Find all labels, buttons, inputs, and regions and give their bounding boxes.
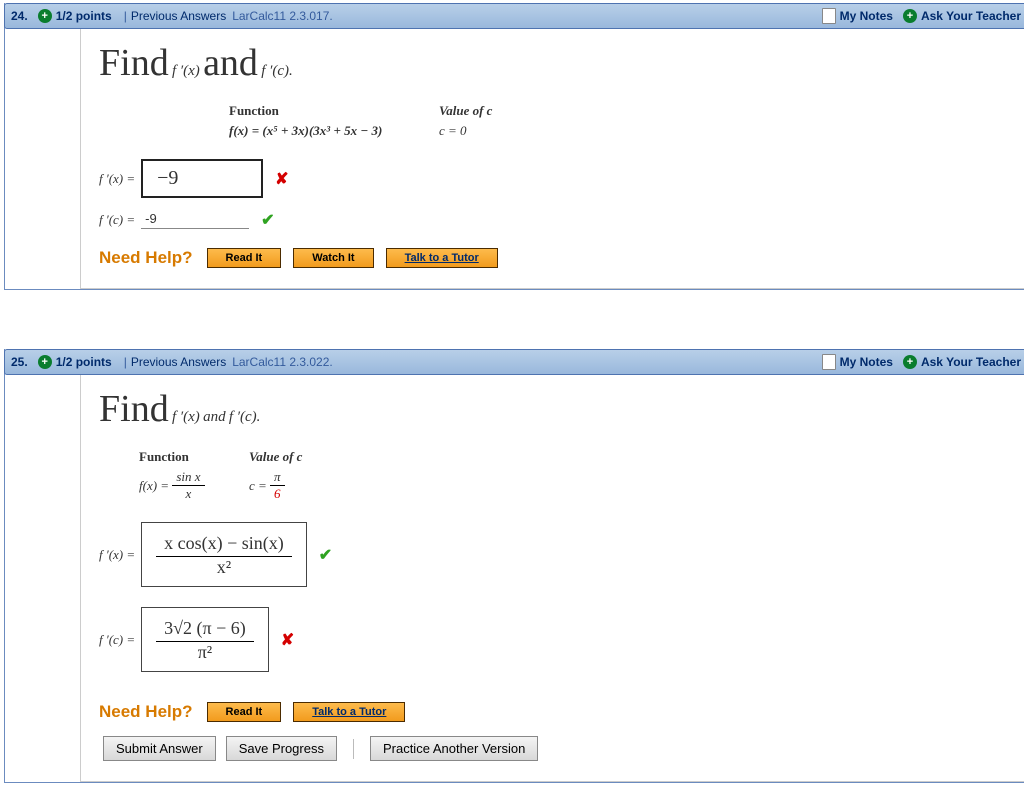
bottom-button-row: Submit Answer Save Progress Practice Ano… <box>99 736 1008 761</box>
fprimec-label: f ′(c) = <box>99 212 135 228</box>
previous-answers-link[interactable]: Previous Answers <box>131 355 226 369</box>
fprime-c: f ′(c). <box>229 409 261 425</box>
question-header: 25. + 1/2 points | Previous Answers LarC… <box>4 349 1024 375</box>
notes-icon <box>822 354 836 370</box>
read-it-button[interactable]: Read It <box>207 702 282 722</box>
talk-tutor-button[interactable]: Talk to a Tutor <box>386 248 498 268</box>
fprimex-label: f ′(x) = <box>99 171 135 187</box>
find-word: Find <box>99 388 169 430</box>
wrong-icon: ✘ <box>281 630 294 650</box>
value-c-header: Value of c <box>249 449 302 465</box>
correct-icon: ✔ <box>319 545 332 565</box>
function-row: f(x) = (x⁵ + 3x)(3x³ + 5x − 3) c = 0 <box>229 123 1008 139</box>
question-body: Find f ′(x) and f ′(c). Function Value o… <box>80 29 1024 289</box>
fprime-x: f ′(x) <box>172 409 200 425</box>
question-24: 24. + 1/2 points | Previous Answers LarC… <box>4 3 1024 290</box>
fprimex-answer-box[interactable]: −9 <box>141 159 263 198</box>
reference-label: LarCalc11 2.3.017. <box>232 9 333 23</box>
answer-row-fx: f ′(x) = −9 ✘ <box>99 159 1008 198</box>
points-label: 1/2 points <box>56 355 112 369</box>
notes-icon <box>822 8 836 24</box>
prompt-line: Find f ′(x) and f ′(c). <box>99 387 1008 431</box>
need-help-row: Need Help? Read It Talk to a Tutor <box>99 702 1008 722</box>
practice-another-button[interactable]: Practice Another Version <box>370 736 538 761</box>
fprimex-answer-box[interactable]: x cos(x) − sin(x) x² <box>141 522 307 587</box>
separator: | <box>124 355 127 369</box>
question-body: Find f ′(x) and f ′(c). Function Value o… <box>80 375 1024 782</box>
talk-tutor-button[interactable]: Talk to a Tutor <box>293 702 405 722</box>
function-header: Function <box>229 103 439 119</box>
need-help-row: Need Help? Read It Watch It Talk to a Tu… <box>99 248 1008 268</box>
answer-row-fc: f ′(c) = -9 ✔ <box>99 210 1008 230</box>
question-number: 25. <box>11 355 28 369</box>
function-row: f(x) = sin x x c = π 6 <box>139 469 1008 502</box>
fprimec-label: f ′(c) = <box>99 632 135 648</box>
need-help-label: Need Help? <box>99 248 193 268</box>
expand-icon[interactable]: + <box>38 9 52 23</box>
pi-over-six: π 6 <box>270 469 285 502</box>
fprime-c: f ′(c). <box>261 63 293 79</box>
correct-icon: ✔ <box>261 210 274 230</box>
ask-icon[interactable]: + <box>903 9 917 23</box>
wrong-icon: ✘ <box>275 169 288 189</box>
fprime-x: f ′(x) <box>172 63 200 79</box>
table-header: Function Value of c <box>139 449 1008 465</box>
function-expression: f(x) = (x⁵ + 3x)(3x³ + 5x − 3) <box>229 123 439 139</box>
my-notes-link[interactable]: My Notes <box>840 9 893 23</box>
fprimec-answer-box[interactable]: 3√2 (π − 6) π² <box>141 607 269 672</box>
find-word: Find <box>99 42 169 84</box>
expand-icon[interactable]: + <box>38 355 52 369</box>
divider <box>353 739 354 759</box>
and-word: and <box>203 409 226 425</box>
separator: | <box>124 9 127 23</box>
fprimec-answer-field[interactable]: -9 <box>141 211 249 229</box>
my-notes-link[interactable]: My Notes <box>840 355 893 369</box>
answer-row-fx: f ′(x) = x cos(x) − sin(x) x² ✔ <box>99 522 1008 587</box>
previous-answers-link[interactable]: Previous Answers <box>131 9 226 23</box>
fprimec-fraction: 3√2 (π − 6) π² <box>156 616 254 663</box>
submit-answer-button[interactable]: Submit Answer <box>103 736 216 761</box>
reference-label: LarCalc11 2.3.022. <box>232 355 333 369</box>
function-header: Function <box>139 449 249 465</box>
need-help-label: Need Help? <box>99 702 193 722</box>
points-label: 1/2 points <box>56 9 112 23</box>
fx-lhs: f(x) = <box>139 478 169 494</box>
watch-it-button[interactable]: Watch It <box>293 248 373 268</box>
and-word: and <box>203 42 258 84</box>
answer-row-fc: f ′(c) = 3√2 (π − 6) π² ✘ <box>99 607 1008 672</box>
read-it-button[interactable]: Read It <box>207 248 282 268</box>
ask-icon[interactable]: + <box>903 355 917 369</box>
question-header: 24. + 1/2 points | Previous Answers LarC… <box>4 3 1024 29</box>
c-lhs: c = <box>249 478 267 494</box>
save-progress-button[interactable]: Save Progress <box>226 736 337 761</box>
fprimex-label: f ′(x) = <box>99 547 135 563</box>
question-25: 25. + 1/2 points | Previous Answers LarC… <box>4 349 1024 783</box>
fprimex-fraction: x cos(x) − sin(x) x² <box>156 531 292 578</box>
value-c-header: Value of c <box>439 103 492 119</box>
c-value: c = 0 <box>439 123 467 139</box>
ask-teacher-link[interactable]: Ask Your Teacher <box>921 355 1021 369</box>
prompt-line: Find f ′(x) and f ′(c). <box>99 41 1008 85</box>
table-header: Function Value of c <box>229 103 1008 119</box>
sinx-over-x: sin x x <box>172 469 204 502</box>
ask-teacher-link[interactable]: Ask Your Teacher <box>921 9 1021 23</box>
question-number: 24. <box>11 9 28 23</box>
